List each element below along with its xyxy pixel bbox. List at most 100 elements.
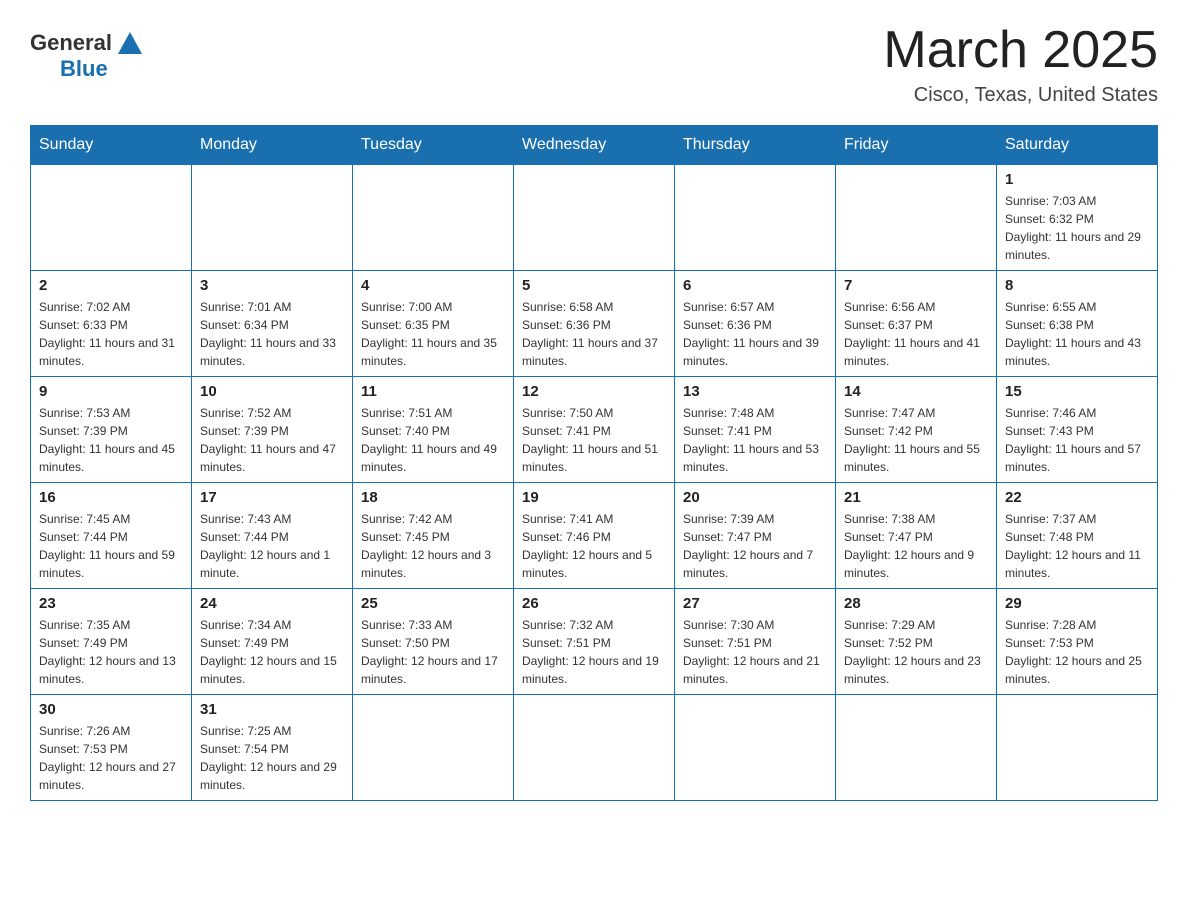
day-number: 15 — [1005, 383, 1149, 400]
logo: General Blue — [30, 30, 142, 82]
day-info: Sunrise: 7:43 AM Sunset: 7:44 PM Dayligh… — [200, 510, 344, 582]
day-info: Sunrise: 7:45 AM Sunset: 7:44 PM Dayligh… — [39, 510, 183, 582]
calendar-cell: 27 Sunrise: 7:30 AM Sunset: 7:51 PM Dayli… — [675, 589, 836, 695]
calendar-cell: 17 Sunrise: 7:43 AM Sunset: 7:44 PM Dayli… — [192, 483, 353, 589]
day-info: Sunrise: 6:57 AM Sunset: 6:36 PM Dayligh… — [683, 298, 827, 370]
day-number: 8 — [1005, 277, 1149, 294]
calendar-cell — [514, 695, 675, 801]
day-number: 14 — [844, 383, 988, 400]
calendar-title: March 2025 — [883, 20, 1158, 80]
logo-triangle-icon — [118, 32, 142, 54]
day-number: 2 — [39, 277, 183, 294]
day-info: Sunrise: 7:37 AM Sunset: 7:48 PM Dayligh… — [1005, 510, 1149, 582]
calendar-cell: 4Sunrise: 7:00 AM Sunset: 6:35 PM Daylig… — [353, 271, 514, 377]
week-row-1: 2 Sunrise: 7:02 AM Sunset: 6:33 PM Daylig… — [31, 271, 1158, 377]
week-row-4: 23 Sunrise: 7:35 AM Sunset: 7:49 PM Dayli… — [31, 589, 1158, 695]
day-number: 5 — [522, 277, 666, 294]
week-row-2: 9 Sunrise: 7:53 AM Sunset: 7:39 PM Daylig… — [31, 377, 1158, 483]
day-number: 29 — [1005, 595, 1149, 612]
day-number: 13 — [683, 383, 827, 400]
calendar-cell: 25 Sunrise: 7:33 AM Sunset: 7:50 PM Dayli… — [353, 589, 514, 695]
logo-general-text: General — [30, 30, 112, 56]
day-info: Sunrise: 7:42 AM Sunset: 7:45 PM Dayligh… — [361, 510, 505, 582]
calendar-cell: 31 Sunrise: 7:25 AM Sunset: 7:54 PM Dayli… — [192, 695, 353, 801]
day-info: Sunrise: 7:46 AM Sunset: 7:43 PM Dayligh… — [1005, 404, 1149, 476]
calendar-cell — [192, 165, 353, 271]
weekday-wednesday: Wednesday — [514, 126, 675, 165]
day-number: 18 — [361, 489, 505, 506]
day-number: 27 — [683, 595, 827, 612]
logo-blue-text: Blue — [60, 56, 108, 82]
calendar-cell — [675, 165, 836, 271]
weekday-thursday: Thursday — [675, 126, 836, 165]
calendar-cell: 8 Sunrise: 6:55 AM Sunset: 6:38 PM Daylig… — [997, 271, 1158, 377]
day-info: Sunrise: 7:03 AM Sunset: 6:32 PM Dayligh… — [1005, 192, 1149, 264]
day-info: Sunrise: 7:34 AM Sunset: 7:49 PM Dayligh… — [200, 616, 344, 688]
calendar-cell: 18 Sunrise: 7:42 AM Sunset: 7:45 PM Dayli… — [353, 483, 514, 589]
calendar-cell: 24Sunrise: 7:34 AM Sunset: 7:49 PM Dayli… — [192, 589, 353, 695]
day-number: 17 — [200, 489, 344, 506]
day-number: 25 — [361, 595, 505, 612]
calendar-cell — [675, 695, 836, 801]
calendar-cell: 3 Sunrise: 7:01 AM Sunset: 6:34 PM Daylig… — [192, 271, 353, 377]
calendar-cell: 11Sunrise: 7:51 AM Sunset: 7:40 PM Dayli… — [353, 377, 514, 483]
calendar-cell: 15 Sunrise: 7:46 AM Sunset: 7:43 PM Dayli… — [997, 377, 1158, 483]
day-info: Sunrise: 6:58 AM Sunset: 6:36 PM Dayligh… — [522, 298, 666, 370]
day-number: 4 — [361, 277, 505, 294]
calendar-cell: 22 Sunrise: 7:37 AM Sunset: 7:48 PM Dayli… — [997, 483, 1158, 589]
calendar-cell: 12 Sunrise: 7:50 AM Sunset: 7:41 PM Dayli… — [514, 377, 675, 483]
weekday-friday: Friday — [836, 126, 997, 165]
day-info: Sunrise: 7:53 AM Sunset: 7:39 PM Dayligh… — [39, 404, 183, 476]
calendar-subtitle: Cisco, Texas, United States — [883, 84, 1158, 107]
day-number: 31 — [200, 701, 344, 718]
day-info: Sunrise: 7:01 AM Sunset: 6:34 PM Dayligh… — [200, 298, 344, 370]
day-number: 22 — [1005, 489, 1149, 506]
day-number: 16 — [39, 489, 183, 506]
day-info: Sunrise: 7:02 AM Sunset: 6:33 PM Dayligh… — [39, 298, 183, 370]
day-info: Sunrise: 7:29 AM Sunset: 7:52 PM Dayligh… — [844, 616, 988, 688]
calendar-cell: 23 Sunrise: 7:35 AM Sunset: 7:49 PM Dayli… — [31, 589, 192, 695]
day-info: Sunrise: 7:35 AM Sunset: 7:49 PM Dayligh… — [39, 616, 183, 688]
day-number: 12 — [522, 383, 666, 400]
day-number: 23 — [39, 595, 183, 612]
week-row-0: 1Sunrise: 7:03 AM Sunset: 6:32 PM Daylig… — [31, 165, 1158, 271]
calendar-cell: 28 Sunrise: 7:29 AM Sunset: 7:52 PM Dayli… — [836, 589, 997, 695]
calendar-cell — [836, 695, 997, 801]
day-info: Sunrise: 7:48 AM Sunset: 7:41 PM Dayligh… — [683, 404, 827, 476]
day-info: Sunrise: 7:32 AM Sunset: 7:51 PM Dayligh… — [522, 616, 666, 688]
calendar-table: SundayMondayTuesdayWednesdayThursdayFrid… — [30, 125, 1158, 801]
calendar-cell: 7Sunrise: 6:56 AM Sunset: 6:37 PM Daylig… — [836, 271, 997, 377]
calendar-cell: 2 Sunrise: 7:02 AM Sunset: 6:33 PM Daylig… — [31, 271, 192, 377]
calendar-cell — [836, 165, 997, 271]
day-number: 9 — [39, 383, 183, 400]
weekday-tuesday: Tuesday — [353, 126, 514, 165]
weekday-sunday: Sunday — [31, 126, 192, 165]
day-info: Sunrise: 7:26 AM Sunset: 7:53 PM Dayligh… — [39, 722, 183, 794]
calendar-cell — [353, 165, 514, 271]
calendar-cell: 30Sunrise: 7:26 AM Sunset: 7:53 PM Dayli… — [31, 695, 192, 801]
calendar-cell: 1Sunrise: 7:03 AM Sunset: 6:32 PM Daylig… — [997, 165, 1158, 271]
day-info: Sunrise: 7:33 AM Sunset: 7:50 PM Dayligh… — [361, 616, 505, 688]
day-info: Sunrise: 7:50 AM Sunset: 7:41 PM Dayligh… — [522, 404, 666, 476]
day-info: Sunrise: 7:38 AM Sunset: 7:47 PM Dayligh… — [844, 510, 988, 582]
day-number: 26 — [522, 595, 666, 612]
calendar-cell — [997, 695, 1158, 801]
calendar-header: SundayMondayTuesdayWednesdayThursdayFrid… — [31, 126, 1158, 165]
day-info: Sunrise: 7:25 AM Sunset: 7:54 PM Dayligh… — [200, 722, 344, 794]
day-number: 28 — [844, 595, 988, 612]
title-area: March 2025 Cisco, Texas, United States — [883, 20, 1158, 107]
day-info: Sunrise: 7:28 AM Sunset: 7:53 PM Dayligh… — [1005, 616, 1149, 688]
day-info: Sunrise: 7:47 AM Sunset: 7:42 PM Dayligh… — [844, 404, 988, 476]
calendar-body: 1Sunrise: 7:03 AM Sunset: 6:32 PM Daylig… — [31, 165, 1158, 801]
calendar-cell: 26 Sunrise: 7:32 AM Sunset: 7:51 PM Dayli… — [514, 589, 675, 695]
calendar-cell — [353, 695, 514, 801]
week-row-3: 16 Sunrise: 7:45 AM Sunset: 7:44 PM Dayli… — [31, 483, 1158, 589]
calendar-cell: 13 Sunrise: 7:48 AM Sunset: 7:41 PM Dayli… — [675, 377, 836, 483]
day-info: Sunrise: 7:30 AM Sunset: 7:51 PM Dayligh… — [683, 616, 827, 688]
weekday-saturday: Saturday — [997, 126, 1158, 165]
day-number: 3 — [200, 277, 344, 294]
calendar-cell — [514, 165, 675, 271]
day-info: Sunrise: 6:55 AM Sunset: 6:38 PM Dayligh… — [1005, 298, 1149, 370]
weekday-monday: Monday — [192, 126, 353, 165]
calendar-cell: 19Sunrise: 7:41 AM Sunset: 7:46 PM Dayli… — [514, 483, 675, 589]
